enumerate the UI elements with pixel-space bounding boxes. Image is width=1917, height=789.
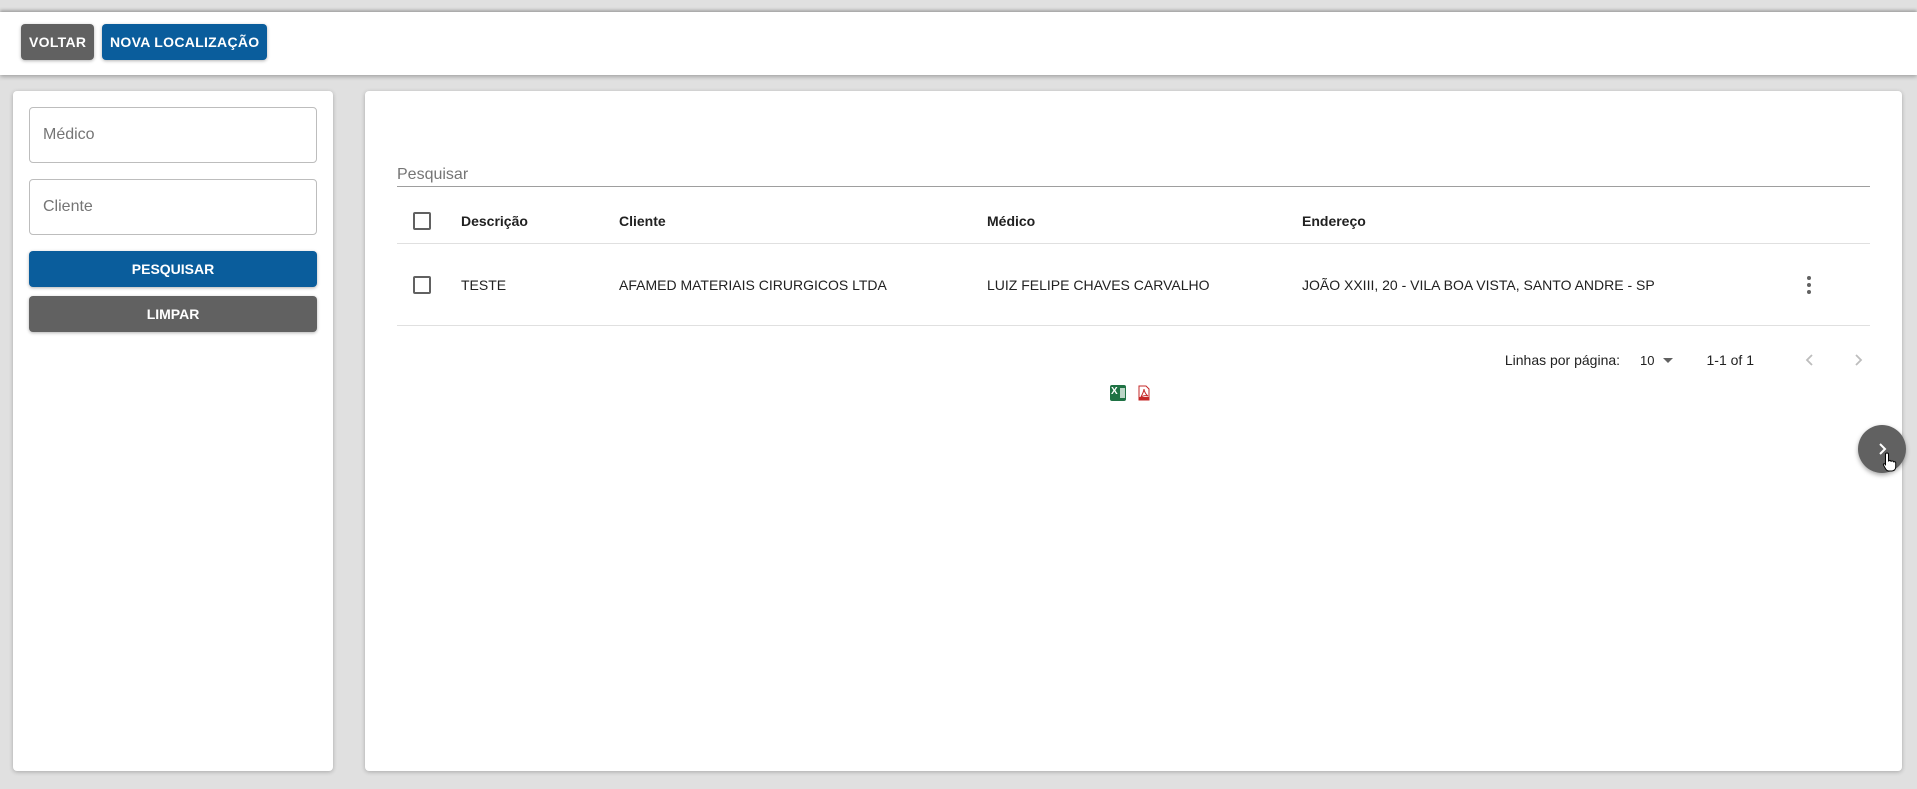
table-search[interactable]: [397, 157, 1870, 187]
medico-field[interactable]: [29, 107, 317, 163]
clear-button[interactable]: LIMPAR: [29, 296, 317, 332]
more-vert-icon[interactable]: [1797, 273, 1821, 297]
pdf-icon[interactable]: [1136, 385, 1152, 401]
cell-endereco: JOÃO XXIII, 20 - VILA BOA VISTA, SANTO A…: [1302, 276, 1655, 293]
header-cliente[interactable]: Cliente: [619, 199, 666, 243]
results-panel: Descrição Cliente Médico Endereço TESTE …: [365, 91, 1902, 771]
header-descricao[interactable]: Descrição: [461, 199, 528, 243]
filters-panel: PESQUISAR LIMPAR: [13, 91, 333, 771]
header-endereco[interactable]: Endereço: [1302, 199, 1366, 243]
search-button[interactable]: PESQUISAR: [29, 251, 317, 287]
dropdown-caret-icon: [1662, 357, 1673, 363]
row-checkbox[interactable]: [413, 275, 431, 294]
table-search-input[interactable]: [397, 157, 1870, 186]
cliente-field[interactable]: [29, 179, 317, 235]
row-select-cell: [413, 244, 431, 325]
cell-medico: LUIZ FELIPE CHAVES CARVALHO: [987, 276, 1210, 293]
hand-cursor-icon: [1882, 452, 1897, 472]
excel-icon[interactable]: [1110, 385, 1126, 401]
rows-per-page-value: 10: [1640, 352, 1655, 368]
export-actions: [1110, 385, 1152, 401]
header-medico[interactable]: Médico: [987, 199, 1035, 243]
locations-table: Descrição Cliente Médico Endereço TESTE …: [397, 199, 1870, 326]
medico-input[interactable]: [30, 108, 316, 162]
select-all-cell: [413, 199, 431, 243]
back-button[interactable]: VOLTAR: [21, 24, 95, 60]
table-pagination: Linhas por página: 10 1-1 of 1: [397, 335, 1870, 385]
top-toolbar: VOLTAR NOVA LOCALIZAÇÃO: [0, 12, 1917, 75]
row-actions-cell: [1797, 244, 1821, 325]
select-all-checkbox[interactable]: [413, 212, 431, 230]
cliente-input[interactable]: [30, 180, 316, 234]
new-location-button[interactable]: NOVA LOCALIZAÇÃO: [102, 24, 268, 60]
rows-per-page-select[interactable]: 10: [1640, 352, 1673, 368]
table-header-row: Descrição Cliente Médico Endereço: [397, 199, 1870, 244]
table-row[interactable]: TESTE AFAMED MATERIAIS CIRURGICOS LTDA L…: [397, 244, 1870, 326]
cell-cliente: AFAMED MATERIAIS CIRURGICOS LTDA: [619, 276, 887, 293]
pagination-range: 1-1 of 1: [1706, 352, 1754, 368]
cell-descricao: TESTE: [461, 276, 507, 293]
chevron-left-icon[interactable]: [1798, 348, 1822, 372]
chevron-right-icon[interactable]: [1846, 348, 1870, 372]
rows-per-page-label: Linhas por página:: [1504, 352, 1621, 368]
